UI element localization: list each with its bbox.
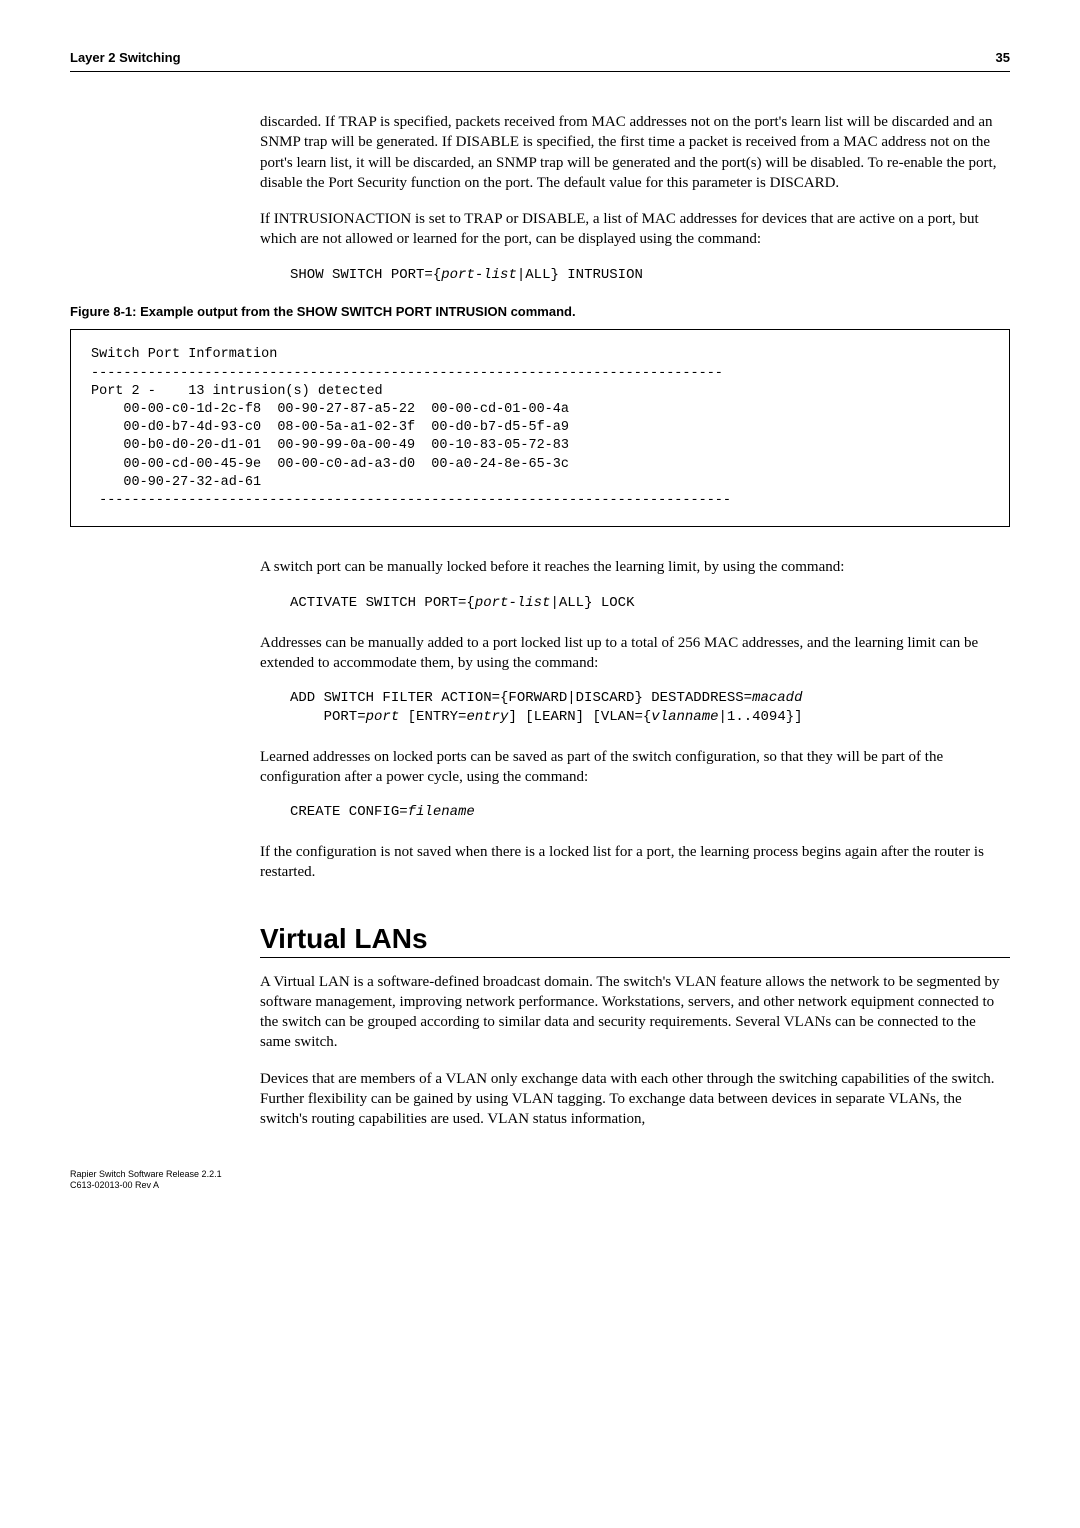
header-left: Layer 2 Switching [70,50,181,65]
paragraph-8: Devices that are members of a VLAN only … [260,1069,1010,1130]
figure-caption: Figure 8-1: Example output from the SHOW… [70,304,1010,319]
paragraph-4: Addresses can be manually added to a por… [260,633,1010,674]
page-header: Layer 2 Switching 35 [70,50,1010,72]
paragraph-1: discarded. If TRAP is specified, packets… [260,112,1010,193]
command-activate: ACTIVATE SWITCH PORT={port-list|ALL} LOC… [290,594,1010,613]
page-footer: Rapier Switch Software Release 2.2.1 C61… [70,1169,1010,1191]
command-show-switch: SHOW SWITCH PORT={port-list|ALL} INTRUSI… [290,266,1010,285]
command-add-filter: ADD SWITCH FILTER ACTION={FORWARD|DISCAR… [290,689,1010,727]
footer-line-1: Rapier Switch Software Release 2.2.1 [70,1169,1010,1180]
footer-line-2: C613-02013-00 Rev A [70,1180,1010,1191]
paragraph-2: If INTRUSIONACTION is set to TRAP or DIS… [260,209,1010,250]
paragraph-5: Learned addresses on locked ports can be… [260,747,1010,788]
paragraph-3: A switch port can be manually locked bef… [260,557,1010,577]
page-number: 35 [996,50,1010,65]
heading-virtual-lans: Virtual LANs [260,923,1010,958]
code-output-box: Switch Port Information ----------------… [70,329,1010,527]
paragraph-7: A Virtual LAN is a software-defined broa… [260,972,1010,1053]
command-create-config: CREATE CONFIG=filename [290,803,1010,822]
paragraph-6: If the configuration is not saved when t… [260,842,1010,883]
